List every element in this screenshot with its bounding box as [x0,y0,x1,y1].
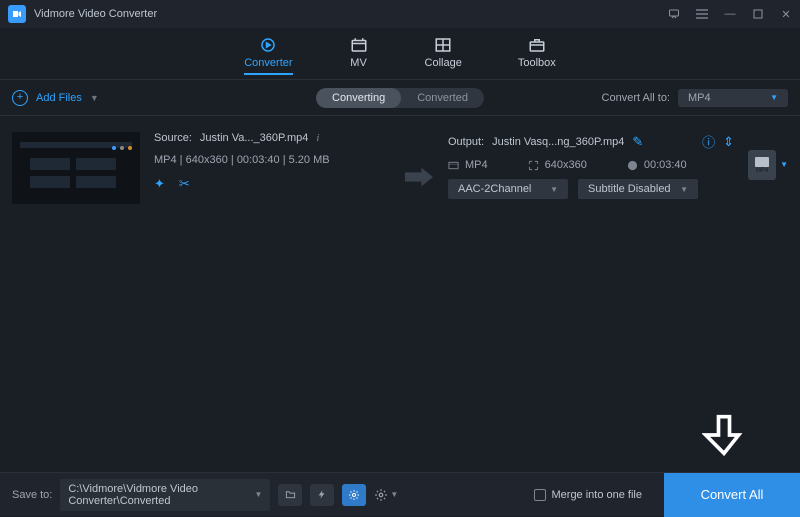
add-files-label: Add Files [36,92,82,104]
rename-icon[interactable]: ✎ [632,134,643,150]
source-filename: Justin Va..._360P.mp4 [200,132,308,144]
format-preset-button[interactable]: MP4 [748,150,776,180]
effect-icon[interactable]: ✦ [154,176,165,192]
titlebar: Vidmore Video Converter — ✕ [0,0,800,28]
chevron-down-icon: ▼ [254,490,262,499]
save-to-label: Save to: [12,489,52,501]
collage-icon [433,36,453,54]
convert-all-to: Convert All to: MP4 ▼ [602,89,788,107]
close-button[interactable]: ✕ [778,6,794,22]
maximize-button[interactable] [750,6,766,22]
add-files-button[interactable]: + Add Files ▼ [12,90,99,106]
compress-icon[interactable]: ⇕ [723,134,734,150]
source-meta: MP4 | 640x360 | 00:03:40 | 5.20 MB [154,154,390,166]
output-filename: Justin Vasq...ng_360P.mp4 [492,136,624,148]
feedback-icon[interactable] [666,6,682,22]
hint-arrow-icon [702,413,746,462]
settings-button[interactable]: ▼ [374,484,398,506]
open-folder-button[interactable] [278,484,302,506]
chevron-down-icon: ▼ [90,93,99,103]
subtitle-select[interactable]: Subtitle Disabled ▼ [578,179,698,199]
subtabs: Converting Converted [316,88,484,108]
info-icon[interactable]: i [316,132,319,144]
output-label: Output: [448,136,484,148]
chevron-down-icon: ▼ [680,185,688,194]
lightning-off-button[interactable] [310,484,334,506]
checkbox-icon [534,489,546,501]
tab-label: Toolbox [518,57,556,69]
arrow-icon [404,132,434,204]
file-item: Source: Justin Va..._360P.mp4 i MP4 | 64… [0,116,800,220]
tab-mv[interactable]: MV [349,32,369,75]
toolbox-icon [527,36,547,54]
save-path-select[interactable]: C:\Vidmore\Vidmore Video Converter\Conve… [60,479,270,511]
output-duration: 00:03:40 [644,159,687,171]
video-thumbnail[interactable] [12,132,140,204]
output-resolution: 640x360 [545,159,587,171]
convert-all-to-value: MP4 [688,92,711,104]
subtab-converted[interactable]: Converted [401,88,484,108]
format-preset: MP4 ▼ [748,132,788,204]
audio-value: AAC-2Channel [458,183,531,195]
subtitle-value: Subtitle Disabled [588,183,671,195]
converter-icon [258,36,278,54]
output-column: Output: Justin Vasq...ng_360P.mp4 ✎ ⓘ ⇕ … [448,132,734,204]
menu-icon[interactable] [694,6,710,22]
tab-label: MV [350,57,367,69]
merge-label: Merge into one file [552,489,643,501]
convert-all-to-label: Convert All to: [602,92,670,104]
source-label: Source: [154,132,192,144]
plus-icon: + [12,90,28,106]
tab-label: Converter [244,57,292,69]
audio-select[interactable]: AAC-2Channel ▼ [448,179,568,199]
chevron-down-icon[interactable]: ▼ [780,150,788,169]
convert-all-button[interactable]: Convert All [664,473,800,517]
minimize-button[interactable]: — [722,6,738,22]
tab-collage[interactable]: Collage [425,32,462,75]
main-tabs: Converter MV Collage Toolbox [0,28,800,80]
gpu-accel-button[interactable] [342,484,366,506]
convert-all-to-select[interactable]: MP4 ▼ [678,89,788,107]
save-path-value: C:\Vidmore\Vidmore Video Converter\Conve… [68,483,254,507]
app-logo [8,5,26,23]
preset-tag: MP4 [756,168,768,174]
chevron-down-icon: ▼ [770,93,778,102]
chevron-down-icon: ▼ [550,185,558,194]
toolbar: + Add Files ▼ Converting Converted Conve… [0,80,800,116]
merge-checkbox[interactable]: Merge into one file [534,489,643,501]
media-info-icon[interactable]: ⓘ [702,132,715,151]
tab-toolbox[interactable]: Toolbox [518,32,556,75]
subtab-converting[interactable]: Converting [316,88,401,108]
trim-icon[interactable]: ✂ [179,176,190,192]
tab-label: Collage [425,57,462,69]
mv-icon [349,36,369,54]
app-title: Vidmore Video Converter [34,8,157,20]
tab-converter[interactable]: Converter [244,32,292,75]
source-column: Source: Justin Va..._360P.mp4 i MP4 | 64… [154,132,390,204]
bottombar: Save to: C:\Vidmore\Vidmore Video Conver… [0,472,800,516]
output-format: MP4 [465,159,488,171]
